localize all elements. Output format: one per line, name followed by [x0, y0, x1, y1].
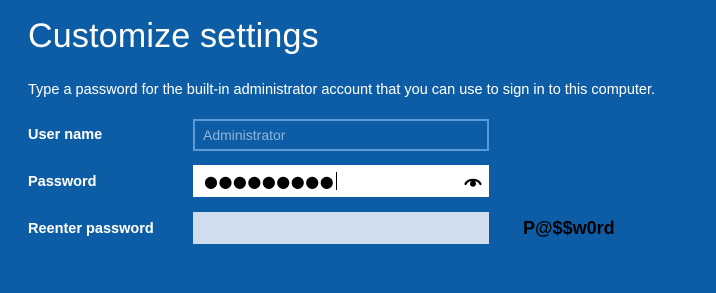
reenter-password-label: Reenter password — [28, 221, 154, 237]
instructions-text: Type a password for the built-in adminis… — [28, 82, 656, 98]
user-name-field-frame — [193, 119, 489, 151]
password-input[interactable]: ●●●●●●●●● — [193, 165, 489, 197]
password-annotation: P@$$w0rd — [523, 218, 615, 238]
page-title: Customize settings — [28, 17, 319, 55]
text-caret — [336, 172, 338, 190]
reenter-password-input[interactable] — [193, 212, 489, 244]
user-name-label: User name — [28, 127, 103, 143]
eye-icon[interactable] — [464, 173, 482, 191]
password-label: Password — [28, 174, 97, 190]
password-masked-value: ●●●●●●●●● — [204, 166, 338, 196]
reenter-password-textbox[interactable] — [193, 212, 489, 244]
user-name-input[interactable] — [195, 121, 487, 149]
